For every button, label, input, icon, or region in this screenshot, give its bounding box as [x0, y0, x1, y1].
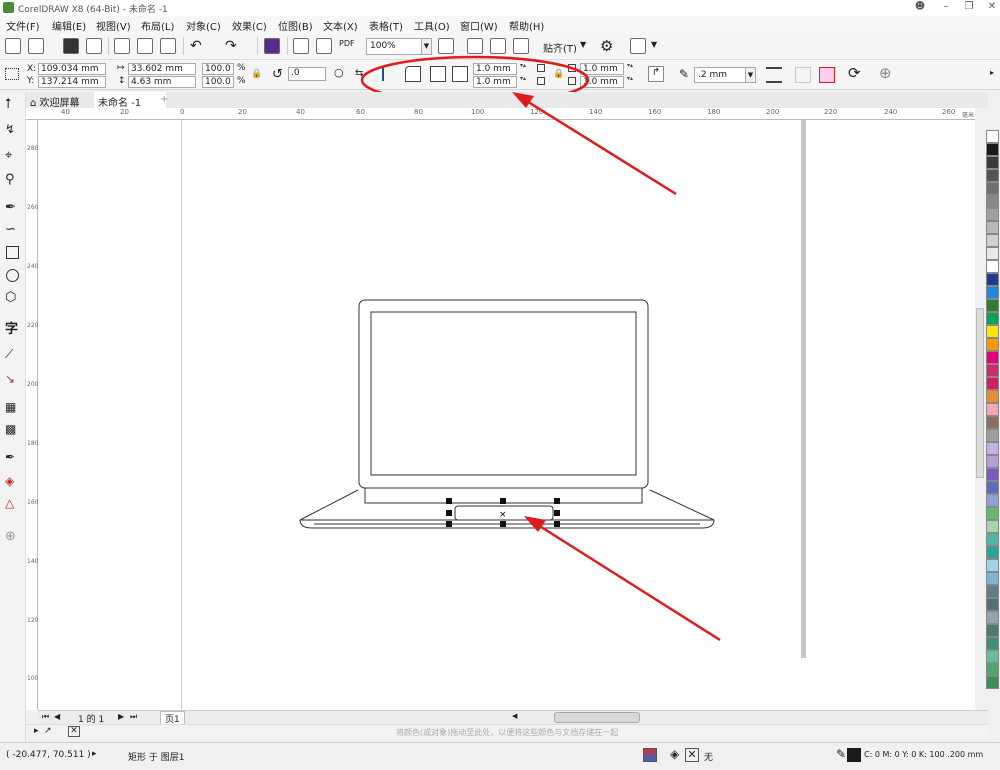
fill-value: 无 — [704, 753, 714, 763]
color-swatch[interactable] — [986, 234, 999, 247]
no-fill-icon: ✕ — [685, 748, 699, 762]
drop-hint-text: 将颜色(或对象)拖动至此处，以便将这些颜色与文档存储在一起 — [396, 728, 619, 737]
color-swatch[interactable] — [986, 416, 999, 429]
color-swatch[interactable] — [986, 208, 999, 221]
color-swatch[interactable] — [986, 585, 999, 598]
color-swatch[interactable] — [986, 494, 999, 507]
last-page-icon[interactable]: ⏭ — [130, 712, 137, 722]
color-swatch[interactable] — [986, 364, 999, 377]
outline-info: C: 0 M: 0 Y: 0 K: 100 .200 mm — [864, 750, 984, 759]
color-swatch[interactable] — [986, 468, 999, 481]
color-swatch[interactable] — [986, 338, 999, 351]
color-swatch[interactable] — [986, 455, 999, 468]
annotation-arrows — [512, 92, 721, 642]
document-palette: ▸ ↗ ✕ 将颜色(或对象)拖动至此处，以便将这些颜色与文档存储在一起 — [26, 724, 988, 738]
palette-menu-icon[interactable]: ▸ — [34, 726, 39, 736]
color-swatch[interactable] — [986, 260, 999, 273]
fill-bucket-icon: ◈ — [670, 747, 680, 761]
color-swatch[interactable] — [986, 533, 999, 546]
color-swatch[interactable] — [986, 637, 999, 650]
no-color-icon[interactable]: ✕ — [68, 726, 80, 737]
expand-status-icon[interactable]: ▸ — [92, 749, 97, 759]
color-swatch[interactable] — [986, 377, 999, 390]
color-swatch[interactable] — [986, 546, 999, 559]
color-swatch[interactable] — [986, 598, 999, 611]
color-swatch[interactable] — [986, 650, 999, 663]
color-swatch[interactable] — [986, 429, 999, 442]
page-navigator: ⏮ ◀ 1 的 1 ▶ ⏭ 页1 ◀ — [38, 710, 988, 726]
scroll-left-icon[interactable]: ◀ — [512, 712, 522, 723]
color-swatch[interactable] — [986, 351, 999, 364]
color-swatch[interactable] — [986, 286, 999, 299]
color-swatch[interactable] — [986, 143, 999, 156]
horizontal-scrollbar-thumb[interactable] — [554, 712, 640, 723]
object-info: 矩形 于 图层1 — [128, 753, 185, 763]
outline-color-swatch — [847, 748, 861, 762]
color-proof-icon[interactable] — [643, 748, 657, 762]
color-swatch[interactable] — [986, 156, 999, 169]
color-swatch[interactable] — [986, 481, 999, 494]
cursor-coordinates: ( -20.477, 70.511 ) — [6, 750, 91, 760]
vertical-scrollbar[interactable] — [975, 108, 985, 708]
color-palette — [985, 130, 1000, 758]
color-swatch[interactable] — [986, 221, 999, 234]
color-swatch[interactable] — [986, 611, 999, 624]
color-swatch[interactable] — [986, 130, 999, 143]
color-swatch[interactable] — [986, 663, 999, 676]
color-swatch[interactable] — [986, 507, 999, 520]
color-swatch[interactable] — [986, 273, 999, 286]
color-swatch[interactable] — [986, 182, 999, 195]
color-swatch[interactable] — [986, 247, 999, 260]
outline-pen-icon: ✎ — [836, 747, 847, 761]
color-swatch[interactable] — [986, 442, 999, 455]
color-swatch[interactable] — [986, 676, 999, 689]
next-page-icon[interactable]: ▶ — [118, 712, 124, 721]
color-swatch[interactable] — [986, 390, 999, 403]
color-swatch[interactable] — [986, 299, 999, 312]
color-swatch[interactable] — [986, 403, 999, 416]
color-swatch[interactable] — [986, 195, 999, 208]
color-swatch[interactable] — [986, 559, 999, 572]
color-swatch[interactable] — [986, 312, 999, 325]
status-bar: ( -20.477, 70.511 ) ▸ 矩形 于 图层1 ◈ ✕ 无 ✎ C… — [0, 742, 1000, 770]
scrollbar-thumb[interactable] — [976, 308, 984, 478]
color-swatch[interactable] — [986, 572, 999, 585]
color-swatch[interactable] — [986, 624, 999, 637]
color-swatch[interactable] — [986, 325, 999, 338]
eyedropper-small-icon[interactable]: ↗ — [44, 726, 52, 736]
previous-page-icon[interactable]: ◀ — [54, 712, 60, 721]
color-swatch[interactable] — [986, 520, 999, 533]
first-page-icon[interactable]: ⏮ — [42, 712, 49, 722]
color-swatch[interactable] — [986, 169, 999, 182]
